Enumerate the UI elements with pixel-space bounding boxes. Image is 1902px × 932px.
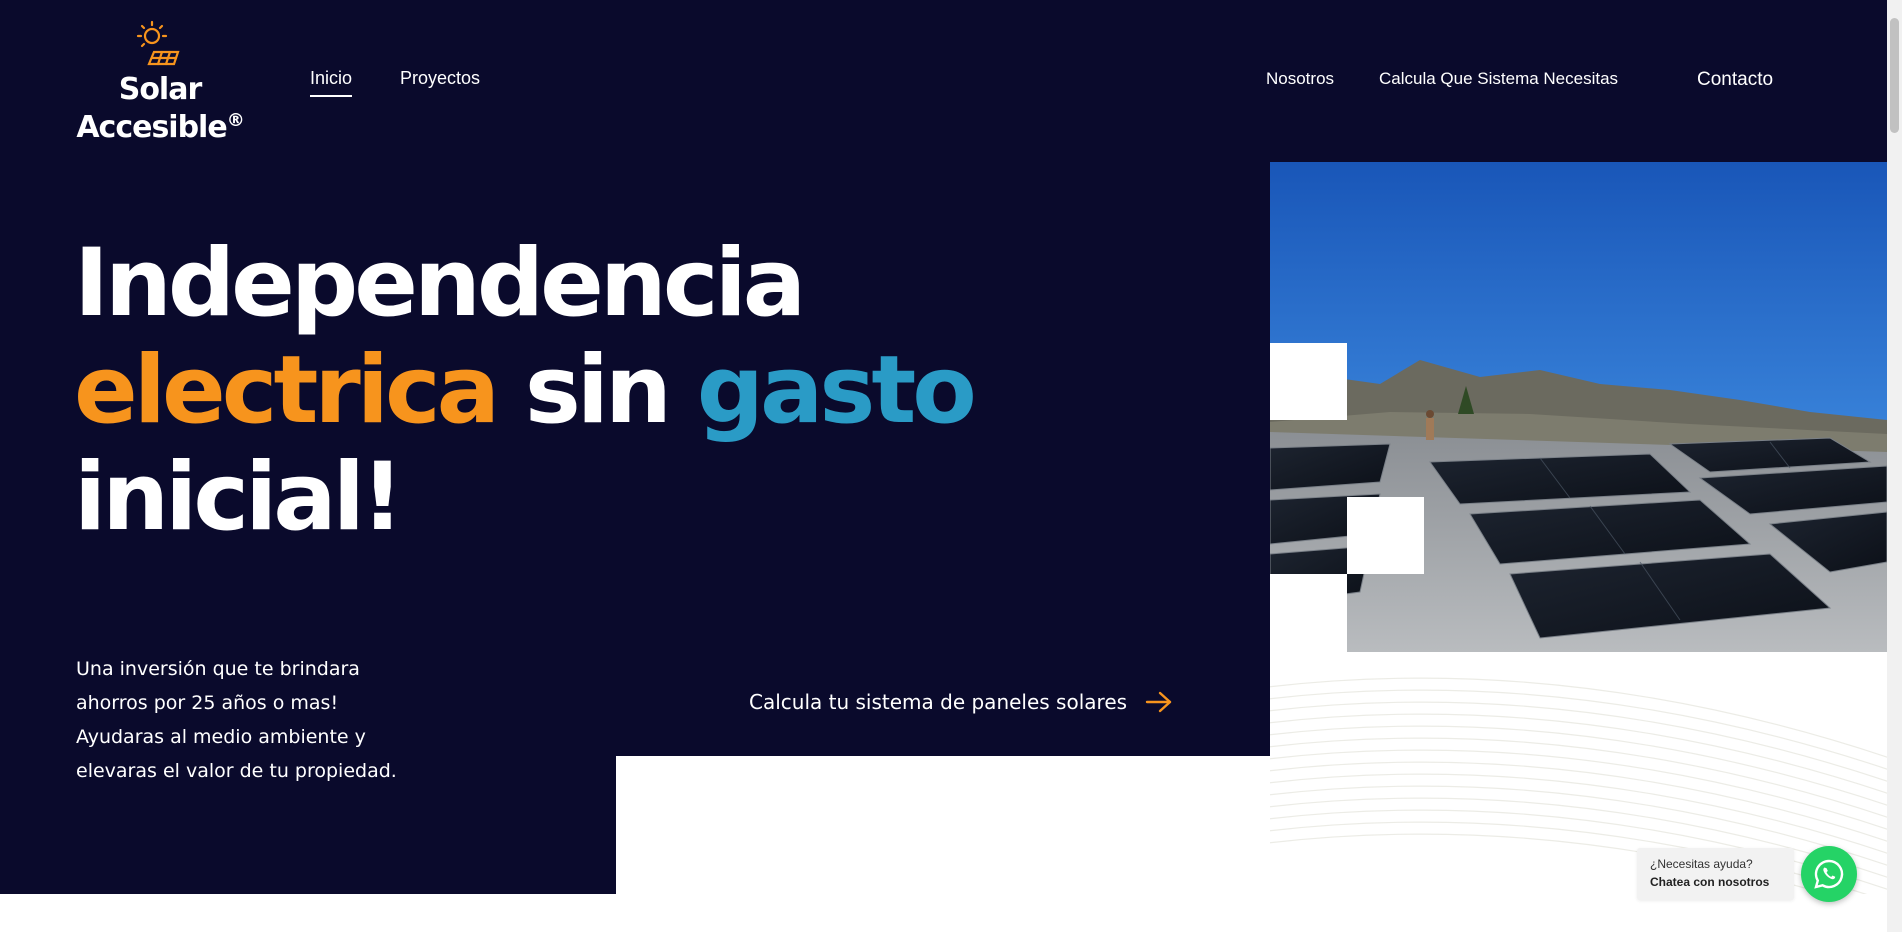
decorative-square: [1270, 574, 1347, 652]
cta-label: Calcula tu sistema de paneles solares: [749, 690, 1128, 714]
headline-word-highlight-orange: electrica: [74, 336, 500, 445]
next-section: [0, 894, 1887, 932]
nav-item-calcula-sistema[interactable]: Calcula Que Sistema Necesitas: [1379, 69, 1618, 89]
decorative-square: [1270, 343, 1347, 420]
chat-help-bubble[interactable]: ¿Necesitas ayuda? Chatea con nosotros: [1637, 848, 1794, 900]
headline-word: sin: [524, 336, 672, 445]
hero-headline: Independencia electrica sin gasto inicia…: [74, 229, 977, 552]
solar-panels-rooftop-photo: [1270, 162, 1887, 652]
nav-item-nosotros[interactable]: Nosotros: [1266, 69, 1334, 89]
nav-item-inicio[interactable]: Inicio: [310, 68, 353, 97]
whatsapp-chat-button[interactable]: [1801, 846, 1857, 902]
whatsapp-icon: [1814, 859, 1844, 889]
decorative-square: [1347, 497, 1424, 574]
nav-item-contacto[interactable]: Contacto: [1697, 69, 1773, 91]
headline-word-highlight-blue: gasto: [696, 336, 977, 445]
scrollbar-thumb[interactable]: [1890, 18, 1899, 133]
chat-help-subtitle: Chatea con nosotros: [1650, 875, 1770, 889]
brand-name: Solar Accesible®: [76, 72, 244, 145]
scrollbar[interactable]: [1887, 0, 1902, 932]
sun-solar-panel-icon: [136, 20, 180, 66]
wave-pattern-decoration: [1270, 652, 1887, 894]
calculate-system-cta[interactable]: Calcula tu sistema de paneles solares: [749, 690, 1173, 714]
hero-intro-text: Una inversión que te brindara ahorros po…: [76, 658, 397, 782]
nav-item-proyectos[interactable]: Proyectos: [400, 68, 480, 89]
headline-word: inicial!: [74, 443, 404, 552]
arrow-right-icon: [1145, 691, 1172, 713]
chat-help-title: ¿Necesitas ayuda?: [1650, 857, 1753, 871]
brand-logo[interactable]: Solar Accesible®: [76, 20, 246, 145]
headline-word: Independencia: [74, 229, 806, 338]
